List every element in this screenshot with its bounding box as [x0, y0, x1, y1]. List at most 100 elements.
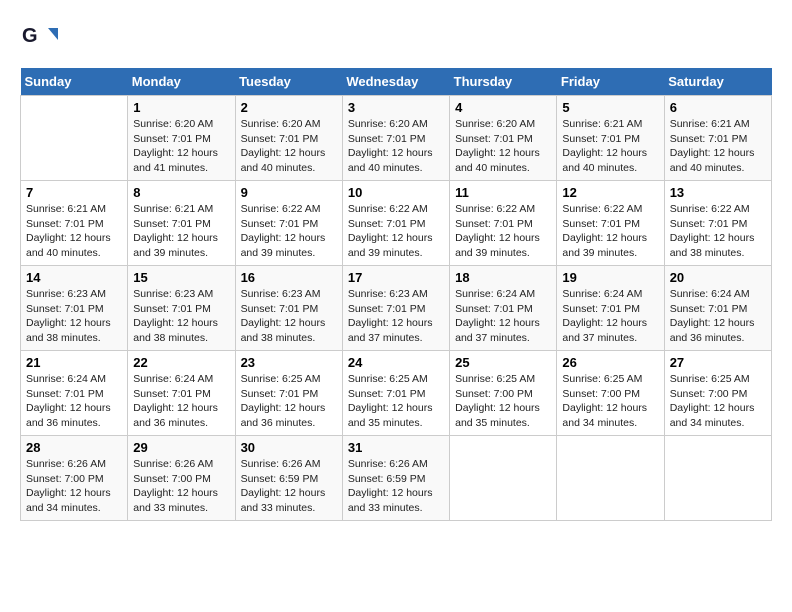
cell-info: Sunrise: 6:22 AM Sunset: 7:01 PM Dayligh… — [348, 202, 444, 261]
cell-info: Sunrise: 6:23 AM Sunset: 7:01 PM Dayligh… — [26, 287, 122, 346]
cell-info: Sunrise: 6:21 AM Sunset: 7:01 PM Dayligh… — [670, 117, 766, 176]
calendar-week-row: 7 Sunrise: 6:21 AM Sunset: 7:01 PM Daylig… — [21, 181, 772, 266]
cell-info: Sunrise: 6:21 AM Sunset: 7:01 PM Dayligh… — [133, 202, 229, 261]
calendar-cell: 5Sunrise: 6:21 AM Sunset: 7:01 PM Daylig… — [557, 96, 664, 181]
calendar-cell: 25 Sunrise: 6:25 AM Sunset: 7:00 PM Dayli… — [450, 351, 557, 436]
calendar-cell: 18 Sunrise: 6:24 AM Sunset: 7:01 PM Dayli… — [450, 266, 557, 351]
day-number: 26 — [562, 355, 658, 370]
cell-info: Sunrise: 6:20 AM Sunset: 7:01 PM Dayligh… — [241, 117, 337, 176]
column-header-monday: Monday — [128, 68, 235, 96]
cell-info: Sunrise: 6:23 AM Sunset: 7:01 PM Dayligh… — [133, 287, 229, 346]
cell-info: Sunrise: 6:22 AM Sunset: 7:01 PM Dayligh… — [670, 202, 766, 261]
calendar-cell: 9 Sunrise: 6:22 AM Sunset: 7:01 PM Daylig… — [235, 181, 342, 266]
day-number: 5 — [562, 100, 658, 115]
column-header-thursday: Thursday — [450, 68, 557, 96]
calendar-cell: 11Sunrise: 6:22 AM Sunset: 7:01 PM Dayli… — [450, 181, 557, 266]
calendar-cell: 21 Sunrise: 6:24 AM Sunset: 7:01 PM Dayli… — [21, 351, 128, 436]
svg-text:G: G — [22, 25, 38, 47]
day-number: 14 — [26, 270, 122, 285]
calendar-cell: 3Sunrise: 6:20 AM Sunset: 7:01 PM Daylig… — [342, 96, 449, 181]
day-number: 3 — [348, 100, 444, 115]
calendar-cell: 8 Sunrise: 6:21 AM Sunset: 7:01 PM Daylig… — [128, 181, 235, 266]
cell-info: Sunrise: 6:20 AM Sunset: 7:01 PM Dayligh… — [455, 117, 551, 176]
logo: G — [20, 20, 62, 58]
calendar-cell: 13 Sunrise: 6:22 AM Sunset: 7:01 PM Dayli… — [664, 181, 771, 266]
day-number: 29 — [133, 440, 229, 455]
calendar-cell: 23Sunrise: 6:25 AM Sunset: 7:01 PM Dayli… — [235, 351, 342, 436]
day-number: 1 — [133, 100, 229, 115]
day-number: 7 — [26, 185, 122, 200]
calendar-header-row: SundayMondayTuesdayWednesdayThursdayFrid… — [21, 68, 772, 96]
day-number: 9 — [241, 185, 337, 200]
day-number: 18 — [455, 270, 551, 285]
cell-info: Sunrise: 6:26 AM Sunset: 6:59 PM Dayligh… — [348, 457, 444, 516]
day-number: 6 — [670, 100, 766, 115]
page-header: G — [20, 20, 772, 58]
calendar-week-row: 28 Sunrise: 6:26 AM Sunset: 7:00 PM Dayli… — [21, 436, 772, 521]
calendar-cell — [664, 436, 771, 521]
calendar-week-row: 21 Sunrise: 6:24 AM Sunset: 7:01 PM Dayli… — [21, 351, 772, 436]
day-number: 27 — [670, 355, 766, 370]
calendar-cell: 14 Sunrise: 6:23 AM Sunset: 7:01 PM Dayli… — [21, 266, 128, 351]
column-header-friday: Friday — [557, 68, 664, 96]
cell-info: Sunrise: 6:25 AM Sunset: 7:00 PM Dayligh… — [562, 372, 658, 431]
calendar-cell: 2Sunrise: 6:20 AM Sunset: 7:01 PM Daylig… — [235, 96, 342, 181]
calendar-cell: 20Sunrise: 6:24 AM Sunset: 7:01 PM Dayli… — [664, 266, 771, 351]
day-number: 22 — [133, 355, 229, 370]
cell-info: Sunrise: 6:24 AM Sunset: 7:01 PM Dayligh… — [562, 287, 658, 346]
calendar-cell — [557, 436, 664, 521]
day-number: 21 — [26, 355, 122, 370]
calendar-cell: 4 Sunrise: 6:20 AM Sunset: 7:01 PM Daylig… — [450, 96, 557, 181]
calendar-cell: 1Sunrise: 6:20 AM Sunset: 7:01 PM Daylig… — [128, 96, 235, 181]
column-header-wednesday: Wednesday — [342, 68, 449, 96]
calendar-cell: 26 Sunrise: 6:25 AM Sunset: 7:00 PM Dayli… — [557, 351, 664, 436]
calendar-cell: 19 Sunrise: 6:24 AM Sunset: 7:01 PM Dayli… — [557, 266, 664, 351]
calendar-cell: 30Sunrise: 6:26 AM Sunset: 6:59 PM Dayli… — [235, 436, 342, 521]
day-number: 4 — [455, 100, 551, 115]
calendar-cell: 29 Sunrise: 6:26 AM Sunset: 7:00 PM Dayli… — [128, 436, 235, 521]
cell-info: Sunrise: 6:24 AM Sunset: 7:01 PM Dayligh… — [670, 287, 766, 346]
day-number: 19 — [562, 270, 658, 285]
cell-info: Sunrise: 6:24 AM Sunset: 7:01 PM Dayligh… — [455, 287, 551, 346]
calendar-cell: 31 Sunrise: 6:26 AM Sunset: 6:59 PM Dayli… — [342, 436, 449, 521]
calendar-table: SundayMondayTuesdayWednesdayThursdayFrid… — [20, 68, 772, 521]
calendar-cell: 10Sunrise: 6:22 AM Sunset: 7:01 PM Dayli… — [342, 181, 449, 266]
cell-info: Sunrise: 6:25 AM Sunset: 7:00 PM Dayligh… — [455, 372, 551, 431]
cell-info: Sunrise: 6:24 AM Sunset: 7:01 PM Dayligh… — [26, 372, 122, 431]
calendar-cell: 6 Sunrise: 6:21 AM Sunset: 7:01 PM Daylig… — [664, 96, 771, 181]
calendar-cell: 27 Sunrise: 6:25 AM Sunset: 7:00 PM Dayli… — [664, 351, 771, 436]
cell-info: Sunrise: 6:25 AM Sunset: 7:00 PM Dayligh… — [670, 372, 766, 431]
logo-icon: G — [20, 20, 58, 58]
day-number: 31 — [348, 440, 444, 455]
cell-info: Sunrise: 6:23 AM Sunset: 7:01 PM Dayligh… — [241, 287, 337, 346]
day-number: 15 — [133, 270, 229, 285]
cell-info: Sunrise: 6:22 AM Sunset: 7:01 PM Dayligh… — [455, 202, 551, 261]
cell-info: Sunrise: 6:23 AM Sunset: 7:01 PM Dayligh… — [348, 287, 444, 346]
cell-info: Sunrise: 6:26 AM Sunset: 7:00 PM Dayligh… — [133, 457, 229, 516]
cell-info: Sunrise: 6:22 AM Sunset: 7:01 PM Dayligh… — [562, 202, 658, 261]
day-number: 17 — [348, 270, 444, 285]
day-number: 16 — [241, 270, 337, 285]
calendar-cell: 22 Sunrise: 6:24 AM Sunset: 7:01 PM Dayli… — [128, 351, 235, 436]
calendar-cell: 17 Sunrise: 6:23 AM Sunset: 7:01 PM Dayli… — [342, 266, 449, 351]
calendar-week-row: 14 Sunrise: 6:23 AM Sunset: 7:01 PM Dayli… — [21, 266, 772, 351]
column-header-sunday: Sunday — [21, 68, 128, 96]
cell-info: Sunrise: 6:26 AM Sunset: 6:59 PM Dayligh… — [241, 457, 337, 516]
calendar-cell: 28Sunrise: 6:26 AM Sunset: 7:00 PM Dayli… — [21, 436, 128, 521]
calendar-cell: 16 Sunrise: 6:23 AM Sunset: 7:01 PM Dayli… — [235, 266, 342, 351]
calendar-cell: 15 Sunrise: 6:23 AM Sunset: 7:01 PM Dayli… — [128, 266, 235, 351]
day-number: 13 — [670, 185, 766, 200]
day-number: 28 — [26, 440, 122, 455]
day-number: 24 — [348, 355, 444, 370]
calendar-week-row: 1 Sunrise: 6:20 AM Sunset: 7:01 PM Daylig… — [21, 96, 772, 181]
cell-info: Sunrise: 6:24 AM Sunset: 7:01 PM Dayligh… — [133, 372, 229, 431]
cell-info: Sunrise: 6:22 AM Sunset: 7:01 PM Dayligh… — [241, 202, 337, 261]
calendar-cell — [21, 96, 128, 181]
column-header-saturday: Saturday — [664, 68, 771, 96]
day-number: 8 — [133, 185, 229, 200]
day-number: 25 — [455, 355, 551, 370]
column-header-tuesday: Tuesday — [235, 68, 342, 96]
cell-info: Sunrise: 6:21 AM Sunset: 7:01 PM Dayligh… — [26, 202, 122, 261]
day-number: 12 — [562, 185, 658, 200]
cell-info: Sunrise: 6:25 AM Sunset: 7:01 PM Dayligh… — [348, 372, 444, 431]
